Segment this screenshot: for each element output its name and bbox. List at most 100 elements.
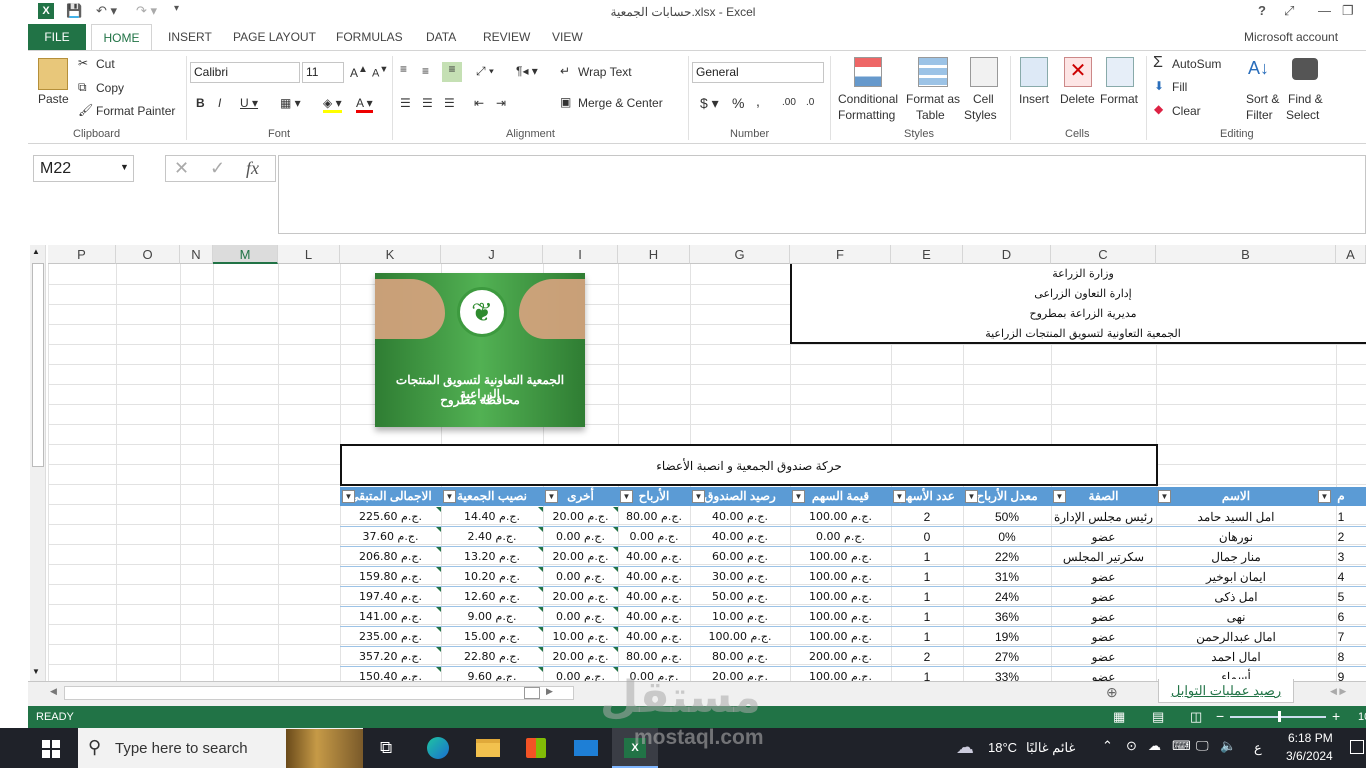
task-view-icon[interactable]: ⧉	[380, 738, 392, 758]
filter-dropdown-icon[interactable]: ▼	[792, 490, 805, 503]
network-icon[interactable]: 🖵	[1196, 738, 1209, 754]
table-cell[interactable]: 0.00 ج.م.	[543, 527, 618, 543]
windows-start-icon[interactable]	[42, 740, 60, 758]
format-as-table-button[interactable]: Format as	[906, 92, 960, 106]
table-cell[interactable]: 1	[891, 570, 963, 584]
table-cell[interactable]: 36%	[963, 610, 1051, 624]
table-cell[interactable]: 1	[891, 630, 963, 644]
table-cell[interactable]: 50.00 ج.م.	[690, 590, 790, 603]
table-cell[interactable]: 60.00 ج.م.	[690, 550, 790, 563]
column-header-b[interactable]: B	[1156, 245, 1336, 264]
table-cell[interactable]: 1	[891, 550, 963, 564]
table-cell[interactable]: 50%	[963, 510, 1051, 524]
align-center-icon[interactable]: ☰	[422, 96, 433, 110]
table-cell[interactable]: امل ذكى	[1156, 590, 1316, 604]
column-header-l[interactable]: L	[278, 245, 340, 264]
column-header-c[interactable]: C	[1051, 245, 1156, 264]
tab-view[interactable]: VIEW	[552, 30, 583, 44]
increase-indent-icon[interactable]: ⇥	[496, 96, 506, 110]
table-cell[interactable]: عضو	[1051, 630, 1156, 644]
table-cell[interactable]: امال احمد	[1156, 650, 1316, 664]
zoom-level[interactable]: 10	[1358, 711, 1366, 723]
align-bottom-icon[interactable]: ≡	[442, 62, 462, 82]
mail-icon[interactable]	[574, 740, 598, 756]
comma-icon[interactable]: ,	[756, 93, 760, 109]
column-header-d[interactable]: D	[963, 245, 1051, 264]
table-row[interactable]: 4 ايمان ابوخير عضو 31% 1 100.00 ج.م. 30.00 ج.م…	[340, 567, 1366, 587]
table-cell[interactable]: 100.00 ج.م.	[790, 590, 891, 603]
table-cell[interactable]: 20.00 ج.م.	[543, 547, 618, 563]
table-cell[interactable]: 40.00 ج.م.	[690, 510, 790, 523]
table-cell[interactable]: 1	[1316, 510, 1366, 524]
tab-file[interactable]: FILE	[28, 24, 86, 50]
table-cell[interactable]: 200.00 ج.م.	[790, 650, 891, 663]
column-header-i[interactable]: I	[543, 245, 618, 264]
sort-filter-button[interactable]: Sort &	[1246, 92, 1279, 106]
table-cell[interactable]: 24%	[963, 590, 1051, 604]
copy-button[interactable]: Copy	[96, 81, 124, 95]
zoom-in-icon[interactable]: +	[1332, 708, 1340, 724]
table-cell[interactable]: 12.60 ج.م.	[441, 587, 543, 603]
table-cell[interactable]: 27%	[963, 650, 1051, 664]
table-cell[interactable]: نهى	[1156, 610, 1316, 624]
font-size-select[interactable]: 11	[302, 62, 344, 83]
column-header-h[interactable]: H	[618, 245, 690, 264]
align-right-icon[interactable]: ☰	[444, 96, 455, 110]
filter-dropdown-icon[interactable]: ▼	[1318, 490, 1331, 503]
table-cell[interactable]: 14.40 ج.م.	[441, 507, 543, 523]
table-cell[interactable]: 9.00 ج.م.	[441, 607, 543, 623]
filter-dropdown-icon[interactable]: ▼	[965, 490, 978, 503]
table-cell[interactable]: منار جمال	[1156, 550, 1316, 564]
column-header-n[interactable]: N	[180, 245, 213, 264]
filter-dropdown-icon[interactable]: ▼	[342, 490, 355, 503]
tab-home[interactable]: HOME	[91, 24, 152, 51]
insert-cells-button[interactable]: Insert	[1019, 92, 1049, 106]
clear-button[interactable]: Clear	[1172, 104, 1201, 118]
fill-color-icon[interactable]: ◈ ▾	[323, 96, 342, 113]
table-cell[interactable]: 10.00 ج.م.	[690, 610, 790, 623]
merge-center-button[interactable]: Merge & Center	[578, 96, 663, 110]
find-select-button-line2[interactable]: Select	[1286, 108, 1319, 122]
bold-icon[interactable]: B	[196, 96, 205, 110]
prev-sheet-icon[interactable]: ◀	[50, 686, 57, 697]
align-middle-icon[interactable]: ≡	[422, 64, 429, 78]
table-cell[interactable]: 19%	[963, 630, 1051, 644]
table-cell[interactable]: 0.00 ج.م.	[618, 530, 690, 543]
filter-dropdown-icon[interactable]: ▼	[1158, 490, 1171, 503]
table-cell[interactable]: 40.00 ج.م.	[618, 630, 690, 643]
table-cell[interactable]: ايمان ابوخير	[1156, 570, 1316, 584]
ribbon-display-options-button[interactable]: ⤢	[1284, 3, 1294, 19]
table-cell[interactable]: عضو	[1051, 530, 1156, 544]
table-cell[interactable]: 3	[1316, 550, 1366, 564]
table-cell[interactable]: 13.20 ج.م.	[441, 547, 543, 563]
meet-now-icon[interactable]: ⊙	[1126, 738, 1137, 754]
table-cell[interactable]: 1	[891, 590, 963, 604]
tab-review[interactable]: REVIEW	[483, 30, 530, 44]
table-cell[interactable]: 2	[891, 650, 963, 664]
paste-icon[interactable]	[38, 58, 68, 90]
table-cell[interactable]: نورهان	[1156, 530, 1316, 544]
column-header-j[interactable]: J	[441, 245, 543, 264]
table-cell[interactable]: عضو	[1051, 670, 1156, 681]
clock-date[interactable]: 3/6/2024	[1286, 749, 1333, 763]
scroll-thumb[interactable]	[32, 263, 44, 467]
page-break-view-icon[interactable]: ◫	[1190, 709, 1202, 725]
table-cell[interactable]: 31%	[963, 570, 1051, 584]
filter-dropdown-icon[interactable]: ▼	[692, 490, 705, 503]
table-cell[interactable]: 0.00 ج.م.	[790, 530, 891, 543]
table-cell[interactable]: 6	[1316, 610, 1366, 624]
help-button[interactable]: ?	[1258, 3, 1266, 18]
align-top-icon[interactable]: ≡	[400, 62, 407, 76]
table-cell[interactable]: 150.40 ج.م.	[340, 667, 441, 681]
cut-button[interactable]: Cut	[96, 57, 115, 71]
tab-insert[interactable]: INSERT	[168, 30, 212, 44]
scroll-down-icon[interactable]: ▼	[32, 667, 40, 676]
column-header-o[interactable]: O	[116, 245, 180, 264]
percent-icon[interactable]: %	[732, 95, 744, 111]
next-sheet-icon[interactable]: ▶	[546, 686, 553, 697]
table-row[interactable]: 8 امال احمد عضو 27% 2 200.00 ج.م. 80.00 ج.م. 80…	[340, 647, 1366, 667]
table-cell[interactable]: 100.00 ج.م.	[790, 570, 891, 583]
table-cell[interactable]: عضو	[1051, 610, 1156, 624]
orientation-icon[interactable]: ⤢ ▾	[476, 64, 494, 79]
increase-font-icon[interactable]: A▲	[350, 64, 368, 80]
